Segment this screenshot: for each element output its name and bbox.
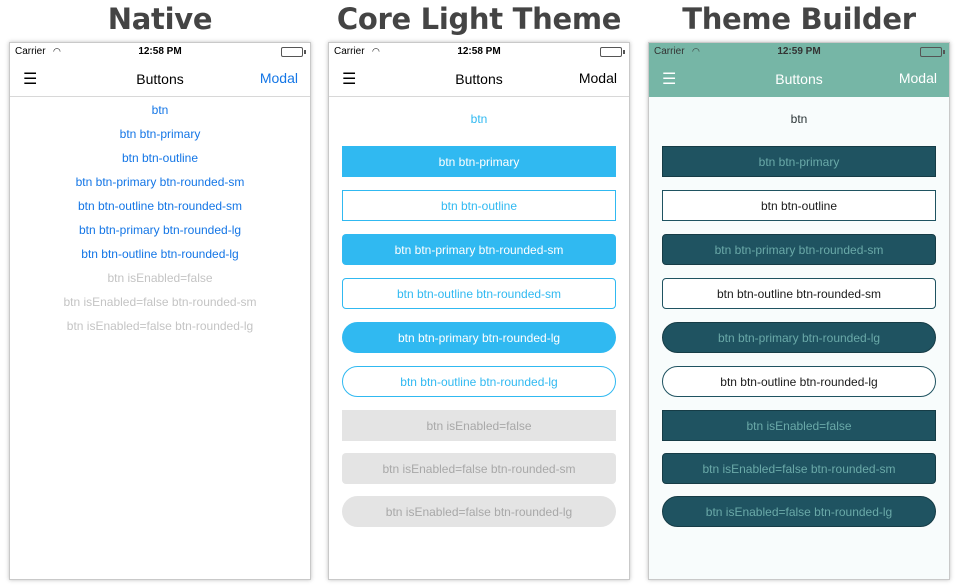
button-btn[interactable]: btn (342, 103, 616, 134)
button-disabled-rounded-lg: btn isEnabled=false btn-rounded-lg (342, 496, 616, 527)
button-primary-rounded-lg[interactable]: btn btn-primary btn-rounded-lg (10, 223, 310, 237)
content-area: btn btn btn-primary btn btn-outline btn … (649, 97, 949, 579)
status-bar: Carrier ◠ 12:58 PM (10, 43, 310, 61)
button-outline-rounded-lg[interactable]: btn btn-outline btn-rounded-lg (10, 247, 310, 261)
button-outline-rounded-sm[interactable]: btn btn-outline btn-rounded-sm (10, 199, 310, 213)
native-column: Native Carrier ◠ 12:58 PM ☰ Buttons Moda… (9, 0, 311, 588)
button-disabled-rounded-lg: btn isEnabled=false btn-rounded-lg (662, 496, 936, 527)
button-disabled: btn isEnabled=false (107, 271, 213, 285)
status-bar: Carrier ◠ 12:59 PM (649, 43, 949, 61)
button-disabled-rounded-sm: btn isEnabled=false btn-rounded-sm (342, 453, 616, 484)
battery-icon (281, 47, 306, 57)
status-bar: Carrier ◠ 12:58 PM (329, 43, 629, 61)
button-disabled: btn isEnabled=false (342, 410, 616, 441)
button-btn-outline[interactable]: btn btn-outline (10, 151, 310, 165)
button-btn[interactable]: btn (10, 103, 310, 117)
button-disabled-rounded-lg: btn isEnabled=false btn-rounded-lg (66, 319, 254, 333)
status-time: 12:58 PM (138, 46, 182, 57)
button-primary-rounded-lg[interactable]: btn btn-primary btn-rounded-lg (342, 322, 616, 353)
column-heading: Theme Builder (682, 2, 916, 36)
button-btn-primary[interactable]: btn btn-primary (10, 127, 310, 141)
content-area: btn btn btn-primary btn btn-outline btn … (329, 97, 629, 579)
button-disabled-rounded-sm: btn isEnabled=false btn-rounded-sm (662, 453, 936, 484)
nav-bar: ☰ Buttons Modal (649, 61, 949, 97)
modal-button[interactable]: Modal (579, 70, 617, 86)
nav-bar: ☰ Buttons Modal (10, 61, 310, 97)
column-heading: Core Light Theme (336, 2, 622, 36)
button-btn-outline[interactable]: btn btn-outline (662, 190, 936, 221)
button-btn-outline[interactable]: btn btn-outline (342, 190, 616, 221)
button-outline-rounded-sm[interactable]: btn btn-outline btn-rounded-sm (662, 278, 936, 309)
button-disabled-rounded-sm: btn isEnabled=false btn-rounded-sm (63, 295, 257, 309)
battery-icon (920, 47, 945, 57)
modal-button[interactable]: Modal (899, 70, 937, 86)
button-btn-primary[interactable]: btn btn-primary (342, 146, 616, 177)
button-primary-rounded-sm[interactable]: btn btn-primary btn-rounded-sm (662, 234, 936, 265)
core-light-column: Core Light Theme Carrier ◠ 12:58 PM ☰ Bu… (328, 0, 630, 588)
status-time: 12:59 PM (777, 46, 821, 57)
modal-button[interactable]: Modal (260, 70, 298, 86)
status-time: 12:58 PM (457, 46, 501, 57)
button-outline-rounded-sm[interactable]: btn btn-outline btn-rounded-sm (342, 278, 616, 309)
column-heading: Native (107, 2, 213, 36)
button-primary-rounded-sm[interactable]: btn btn-primary btn-rounded-sm (10, 175, 310, 189)
button-outline-rounded-lg[interactable]: btn btn-outline btn-rounded-lg (342, 366, 616, 397)
button-disabled: btn isEnabled=false (662, 410, 936, 441)
button-btn-primary[interactable]: btn btn-primary (662, 146, 936, 177)
button-primary-rounded-lg[interactable]: btn btn-primary btn-rounded-lg (662, 322, 936, 353)
battery-icon (600, 47, 625, 57)
button-btn[interactable]: btn (662, 103, 936, 134)
phone-screen: Carrier ◠ 12:58 PM ☰ Buttons Modal btn b… (9, 42, 311, 580)
nav-bar: ☰ Buttons Modal (329, 61, 629, 97)
phone-screen: Carrier ◠ 12:59 PM ☰ Buttons Modal btn b… (648, 42, 950, 580)
button-outline-rounded-lg[interactable]: btn btn-outline btn-rounded-lg (662, 366, 936, 397)
button-primary-rounded-sm[interactable]: btn btn-primary btn-rounded-sm (342, 234, 616, 265)
theme-builder-column: Theme Builder Carrier ◠ 12:59 PM ☰ Butto… (648, 0, 950, 588)
phone-screen: Carrier ◠ 12:58 PM ☰ Buttons Modal btn b… (328, 42, 630, 580)
